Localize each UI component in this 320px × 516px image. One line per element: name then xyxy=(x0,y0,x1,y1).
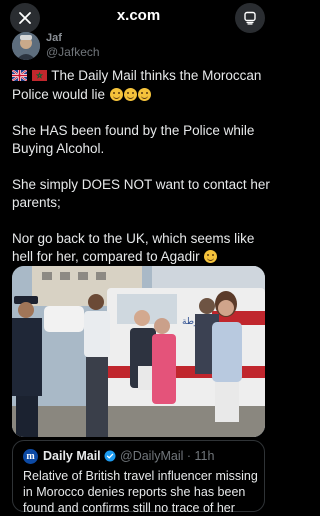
post-paragraph: Nor go back to the UK, which seems like … xyxy=(12,230,270,266)
laughing-emoji-icon xyxy=(137,88,151,101)
uk-flag-icon xyxy=(11,68,28,86)
post-paragraph: The Daily Mail thinks the Moroccan Polic… xyxy=(11,67,270,104)
post-photo[interactable]: الشرطة xyxy=(12,266,265,437)
post-text: The Daily Mail thinks the Moroccan Polic… xyxy=(11,67,270,284)
author-handle[interactable]: @Jafkech xyxy=(46,45,100,59)
tabs-button[interactable] xyxy=(235,3,265,33)
laughing-emoji-icon xyxy=(109,88,123,101)
browser-top-bar: x.com xyxy=(0,0,277,33)
post-paragraph-2: She HAS been found by the Police while B… xyxy=(12,123,255,156)
quoted-post-text: Relative of British travel influencer mi… xyxy=(23,469,258,515)
daily-mail-logo-icon: m xyxy=(23,449,38,464)
author-name[interactable]: Jaf xyxy=(46,32,62,44)
quoted-post-card[interactable]: m Daily Mail @DailyMail · 11h Relative o… xyxy=(12,440,265,515)
tabs-icon xyxy=(244,11,256,25)
avatar-image xyxy=(12,32,40,60)
post-paragraph-3: She simply DOES NOT want to contact her … xyxy=(12,177,270,210)
post-paragraph-4: Nor go back to the UK, which seems like … xyxy=(12,231,255,264)
post-paragraph-1: The Daily Mail thinks the Moroccan Polic… xyxy=(12,68,262,102)
quoted-author-name[interactable]: Daily Mail xyxy=(43,449,101,463)
quoted-author-handle-time[interactable]: @DailyMail · 11h xyxy=(120,449,214,463)
morocco-flag-icon xyxy=(31,68,47,86)
verified-badge-icon xyxy=(104,450,116,465)
avatar[interactable] xyxy=(12,32,40,60)
photo-police-scene: الشرطة xyxy=(12,266,265,437)
laughing-emoji-icon xyxy=(123,88,137,101)
smile-emoji-icon xyxy=(204,250,218,263)
